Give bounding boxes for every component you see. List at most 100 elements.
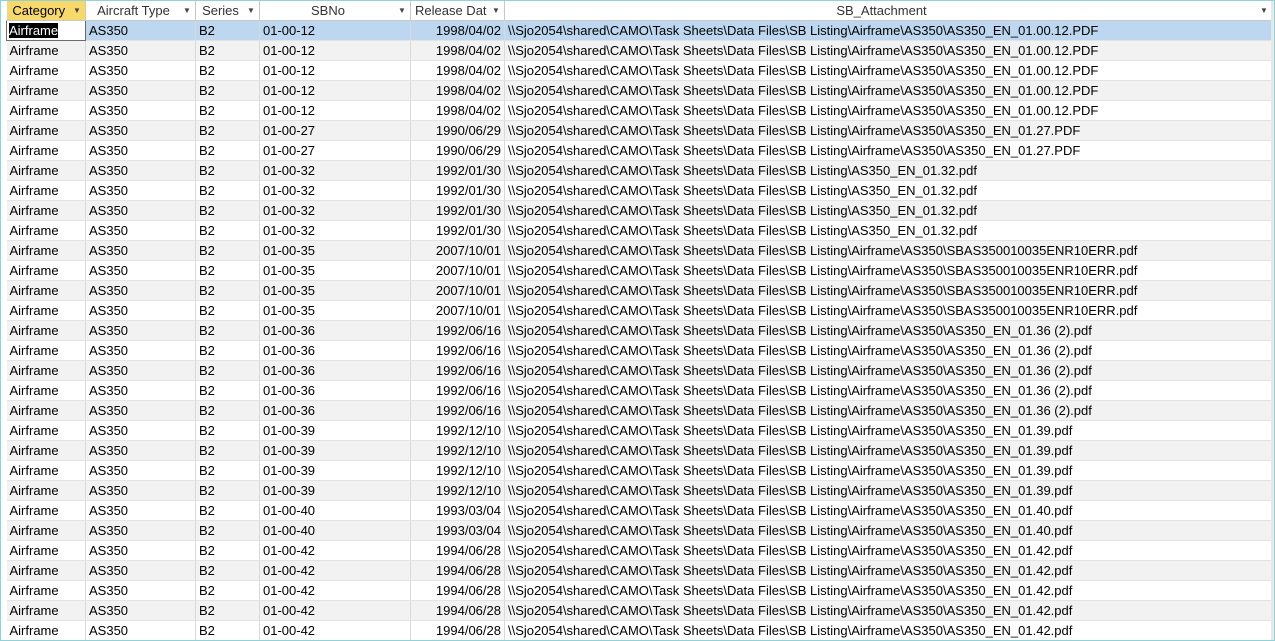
table-row[interactable]: Airframe AS350 B2 01-00-39 1992/12/10 \\Sjo20…: [6, 480, 1273, 501]
series-cell[interactable]: B2: [195, 380, 260, 401]
table-row[interactable]: Airframe AS350 B2 01-00-42 1994/06/28 \\Sjo20…: [6, 600, 1273, 621]
sb-attachment-cell[interactable]: \\Sjo2054\shared\CAMO\Task Sheets\Data F…: [504, 260, 1273, 281]
table-row[interactable]: Airframe AS350 B2 01-00-35 2007/10/01 \\Sjo20…: [6, 260, 1273, 281]
sb-attachment-cell[interactable]: \\Sjo2054\shared\CAMO\Task Sheets\Data F…: [504, 20, 1273, 41]
sb-attachment-cell[interactable]: \\Sjo2054\shared\CAMO\Task Sheets\Data F…: [504, 360, 1273, 381]
sbno-cell[interactable]: 01-00-36: [259, 380, 411, 401]
series-cell[interactable]: B2: [195, 100, 260, 121]
sb-attachment-cell[interactable]: \\Sjo2054\shared\CAMO\Task Sheets\Data F…: [504, 340, 1273, 361]
category-cell[interactable]: Airframe: [6, 80, 86, 101]
sbno-cell[interactable]: 01-00-42: [259, 540, 411, 561]
sbno-cell[interactable]: 01-00-36: [259, 360, 411, 381]
series-cell[interactable]: B2: [195, 80, 260, 101]
release-date-cell[interactable]: 1998/04/02: [410, 60, 505, 81]
release-date-cell[interactable]: 1994/06/28: [410, 560, 505, 581]
sbno-cell[interactable]: 01-00-12: [259, 20, 411, 41]
sb-attachment-cell[interactable]: \\Sjo2054\shared\CAMO\Task Sheets\Data F…: [504, 500, 1273, 521]
aircraft-type-cell[interactable]: AS350: [85, 40, 196, 61]
aircraft-type-cell[interactable]: AS350: [85, 580, 196, 601]
sb-attachment-cell[interactable]: \\Sjo2054\shared\CAMO\Task Sheets\Data F…: [504, 180, 1273, 201]
series-cell[interactable]: B2: [195, 160, 260, 181]
sbno-cell[interactable]: 01-00-35: [259, 280, 411, 301]
release-date-cell[interactable]: 1994/06/28: [410, 600, 505, 621]
category-cell[interactable]: Airframe: [6, 480, 86, 501]
series-cell[interactable]: B2: [195, 620, 260, 640]
dropdown-arrow-icon[interactable]: ▼: [246, 1, 256, 20]
sbno-cell[interactable]: 01-00-40: [259, 500, 411, 521]
series-cell[interactable]: B2: [195, 420, 260, 441]
table-row[interactable]: Airframe AS350 B2 01-00-40 1993/03/04 \\Sjo20…: [6, 520, 1273, 541]
table-row[interactable]: Airframe AS350 B2 01-00-36 1992/06/16 \\Sjo20…: [6, 340, 1273, 361]
aircraft-type-cell[interactable]: AS350: [85, 120, 196, 141]
series-cell[interactable]: B2: [195, 340, 260, 361]
aircraft-type-cell[interactable]: AS350: [85, 60, 196, 81]
release-date-cell[interactable]: 1992/06/16: [410, 400, 505, 421]
release-date-cell[interactable]: 2007/10/01: [410, 260, 505, 281]
aircraft-type-cell[interactable]: AS350: [85, 160, 196, 181]
series-cell[interactable]: B2: [195, 180, 260, 201]
category-cell[interactable]: Airframe: [6, 440, 86, 461]
release-date-cell[interactable]: 1992/01/30: [410, 200, 505, 221]
category-cell[interactable]: Airframe: [6, 40, 86, 61]
release-date-cell[interactable]: 1992/01/30: [410, 220, 505, 241]
category-cell[interactable]: Airframe: [6, 180, 86, 201]
aircraft-type-cell[interactable]: AS350: [85, 380, 196, 401]
sb-attachment-cell[interactable]: \\Sjo2054\shared\CAMO\Task Sheets\Data F…: [504, 280, 1273, 301]
sbno-cell[interactable]: 01-00-12: [259, 80, 411, 101]
aircraft-type-cell[interactable]: AS350: [85, 520, 196, 541]
table-row[interactable]: Airframe AS350 B2 01-00-36 1992/06/16 \\Sjo20…: [6, 400, 1273, 421]
sbno-cell[interactable]: 01-00-35: [259, 240, 411, 261]
column-header-series[interactable]: Series ▼: [195, 1, 260, 21]
column-header-sb-attachment[interactable]: SB_Attachment ▼: [504, 1, 1273, 21]
table-row[interactable]: Airframe AS350 B2 01-00-36 1992/06/16 \\Sjo20…: [6, 380, 1273, 401]
category-cell[interactable]: Airframe: [6, 20, 86, 41]
sbno-cell[interactable]: 01-00-42: [259, 560, 411, 581]
aircraft-type-cell[interactable]: AS350: [85, 80, 196, 101]
release-date-cell[interactable]: 1998/04/02: [410, 80, 505, 101]
aircraft-type-cell[interactable]: AS350: [85, 620, 196, 640]
table-row[interactable]: Airframe AS350 B2 01-00-12 1998/04/02 \\Sjo20…: [6, 60, 1273, 81]
category-cell[interactable]: Airframe: [6, 360, 86, 381]
sb-attachment-cell[interactable]: \\Sjo2054\shared\CAMO\Task Sheets\Data F…: [504, 200, 1273, 221]
series-cell[interactable]: B2: [195, 400, 260, 421]
release-date-cell[interactable]: 2007/10/01: [410, 300, 505, 321]
category-cell[interactable]: Airframe: [6, 160, 86, 181]
release-date-cell[interactable]: 1998/04/02: [410, 40, 505, 61]
category-cell[interactable]: Airframe: [6, 560, 86, 581]
sb-attachment-cell[interactable]: \\Sjo2054\shared\CAMO\Task Sheets\Data F…: [504, 520, 1273, 541]
sb-attachment-cell[interactable]: \\Sjo2054\shared\CAMO\Task Sheets\Data F…: [504, 320, 1273, 341]
sb-attachment-cell[interactable]: \\Sjo2054\shared\CAMO\Task Sheets\Data F…: [504, 160, 1273, 181]
aircraft-type-cell[interactable]: AS350: [85, 240, 196, 261]
category-cell[interactable]: Airframe: [6, 220, 86, 241]
series-cell[interactable]: B2: [195, 60, 260, 81]
release-date-cell[interactable]: 1990/06/29: [410, 140, 505, 161]
release-date-cell[interactable]: 1993/03/04: [410, 520, 505, 541]
category-cell[interactable]: Airframe: [6, 600, 86, 621]
release-date-cell[interactable]: 1994/06/28: [410, 580, 505, 601]
category-cell[interactable]: Airframe: [6, 120, 86, 141]
aircraft-type-cell[interactable]: AS350: [85, 400, 196, 421]
aircraft-type-cell[interactable]: AS350: [85, 300, 196, 321]
series-cell[interactable]: B2: [195, 20, 260, 41]
sb-attachment-cell[interactable]: \\Sjo2054\shared\CAMO\Task Sheets\Data F…: [504, 460, 1273, 481]
series-cell[interactable]: B2: [195, 300, 260, 321]
table-row[interactable]: Airframe AS350 B2 01-00-12 1998/04/02 \\Sjo20…: [6, 80, 1273, 101]
sbno-cell[interactable]: 01-00-32: [259, 200, 411, 221]
category-cell[interactable]: Airframe: [6, 340, 86, 361]
sb-attachment-cell[interactable]: \\Sjo2054\shared\CAMO\Task Sheets\Data F…: [504, 400, 1273, 421]
sbno-cell[interactable]: 01-00-39: [259, 480, 411, 501]
sb-attachment-cell[interactable]: \\Sjo2054\shared\CAMO\Task Sheets\Data F…: [504, 540, 1273, 561]
sb-attachment-cell[interactable]: \\Sjo2054\shared\CAMO\Task Sheets\Data F…: [504, 440, 1273, 461]
sb-attachment-cell[interactable]: \\Sjo2054\shared\CAMO\Task Sheets\Data F…: [504, 600, 1273, 621]
sbno-cell[interactable]: 01-00-39: [259, 420, 411, 441]
aircraft-type-cell[interactable]: AS350: [85, 180, 196, 201]
column-header-category[interactable]: Category ▼: [6, 1, 86, 21]
table-row[interactable]: Airframe AS350 B2 01-00-42 1994/06/28 \\Sjo20…: [6, 620, 1273, 640]
table-row[interactable]: Airframe AS350 B2 01-00-35 2007/10/01 \\Sjo20…: [6, 280, 1273, 301]
series-cell[interactable]: B2: [195, 480, 260, 501]
series-cell[interactable]: B2: [195, 560, 260, 581]
sbno-cell[interactable]: 01-00-27: [259, 120, 411, 141]
release-date-cell[interactable]: 1992/12/10: [410, 440, 505, 461]
sbno-cell[interactable]: 01-00-36: [259, 400, 411, 421]
sb-attachment-cell[interactable]: \\Sjo2054\shared\CAMO\Task Sheets\Data F…: [504, 40, 1273, 61]
